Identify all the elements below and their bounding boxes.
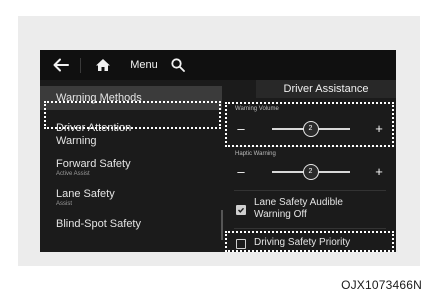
checkmark-icon [238,207,245,213]
home-icon [96,59,110,71]
highlight-driving-safety-priority [225,231,394,252]
search-icon [171,58,185,72]
slider-knob[interactable]: 2 [302,164,319,180]
sidebar-item-label: Forward Safety [56,158,131,170]
back-button[interactable] [50,53,72,77]
checkbox-checked[interactable] [236,205,246,215]
sidebar-item-sublabel: Active Assist [56,171,90,177]
sidebar-item-sublabel: Assist [56,201,73,207]
haptic-warning-label: Haptic Warning [235,151,276,157]
header-bar: Driver Assistance [256,80,396,98]
topbar-separator [80,58,81,73]
sidebar-item-label: Lane Safety [56,188,115,200]
home-button[interactable] [90,53,116,77]
haptic-warning-plus-button[interactable]: + [372,163,386,181]
top-bar: Menu [40,50,396,80]
sidebar-item-label: Blind-Spot Safety [56,218,141,230]
search-button[interactable] [166,53,190,77]
sidebar-item-lane-safety[interactable]: Lane Safety Assist [40,184,222,214]
haptic-warning-minus-button[interactable]: – [234,163,248,181]
divider [234,190,386,191]
infotainment-screen: Menu Driver Assistance Warning Methods D… [40,50,396,252]
sidebar-item-blind-spot-safety[interactable]: Blind-Spot Safety [40,214,222,236]
sidebar-item-forward-safety[interactable]: Forward Safety Active Assist [40,154,222,184]
haptic-warning-slider[interactable]: – 2 + [234,163,386,181]
figure-code: OJX1073466N [341,278,422,292]
sidebar-scrollbar[interactable] [221,210,223,240]
highlight-warning-volume [225,102,394,147]
lane-safety-audible-label: Lane Safety Audible Warning Off [254,197,343,220]
divider [234,228,386,229]
highlight-warning-methods [44,101,221,129]
menu-button[interactable]: Menu [126,53,162,77]
page-title: Driver Assistance [283,83,369,95]
arrow-left-icon [53,58,69,72]
